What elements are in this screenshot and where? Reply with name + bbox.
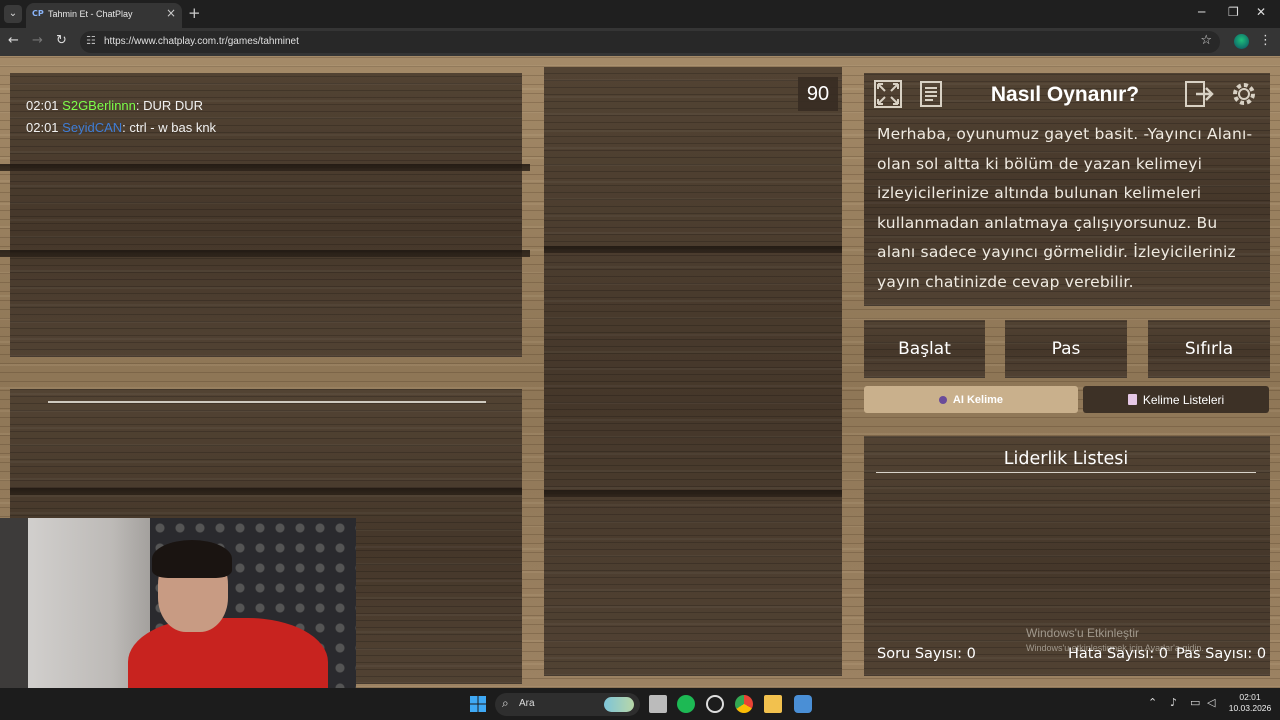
chat-message: 02:01 SeyidCAN: ctrl - w bas knk <box>26 117 216 139</box>
browser-tab-strip: ⌄ CP Tahmin Et - ChatPlay × + ─ ❐ ✕ <box>0 0 1280 28</box>
bookmark-star-icon[interactable]: ☆ <box>1200 33 1212 48</box>
start-button[interactable]: Başlat <box>864 320 985 378</box>
word-lists-label: Kelime Listeleri <box>1142 392 1225 407</box>
app-icon[interactable] <box>794 695 812 713</box>
address-toolbar: ← → ↻ ☷ https://www.chatplay.com.tr/game… <box>0 28 1280 56</box>
url-text[interactable]: https://www.chatplay.com.tr/games/tahmin… <box>104 36 299 47</box>
chat-username: SeyidCAN <box>62 119 123 135</box>
clock-date: 10.03.2026 <box>1228 703 1272 713</box>
leaderboard-title: Liderlik Listesi <box>1003 449 1129 469</box>
taskbar-search[interactable]: ⌕ Ara <box>495 693 640 716</box>
clock-time: 02:01 <box>1239 692 1261 702</box>
chat-text: : DUR DUR <box>135 98 204 113</box>
watermark-title: Windows'u Etkinleştir <box>1026 626 1139 640</box>
ai-word-label: AI Kelime <box>952 393 1004 406</box>
chat-messages: 02:01 S2GBerlinnn: DUR DUR 02:01 SeyidCA… <box>26 95 216 138</box>
search-icon: ⌕ <box>502 696 509 710</box>
browser-tab[interactable]: CP Tahmin Et - ChatPlay × <box>26 3 182 28</box>
tab-search-icon[interactable]: ⌄ <box>4 5 22 23</box>
wood-seam <box>10 488 522 495</box>
chat-message: 02:01 S2GBerlinnn: DUR DUR <box>26 95 216 117</box>
windows-taskbar: ⌕ Ara ⌃ ♪ ▭ ◁ 02:01 10.03.2026 <box>0 688 1280 720</box>
minimize-icon[interactable]: ─ <box>1198 5 1205 19</box>
new-tab-icon[interactable]: + <box>188 4 201 22</box>
webcam-person-hair <box>152 540 232 578</box>
address-bar[interactable]: ☷ https://www.chatplay.com.tr/games/tahm… <box>80 31 1220 53</box>
obs-icon[interactable] <box>706 695 724 713</box>
chrome-icon[interactable] <box>735 695 753 713</box>
task-view-icon[interactable] <box>649 695 667 713</box>
wood-seam <box>544 246 842 253</box>
chat-time: 02:01 <box>26 98 59 113</box>
menu-kebab-icon[interactable]: ⋮ <box>1259 33 1272 48</box>
leaderboard-divider <box>876 472 1256 473</box>
how-to-play-text: Merhaba, oyunumuz gayet basit. -Yayıncı … <box>877 125 1253 291</box>
search-highlight-icon <box>604 697 634 712</box>
question-count: Soru Sayısı: 0 <box>877 646 976 662</box>
document-icon[interactable] <box>913 76 949 112</box>
volume-icon[interactable]: ◁ <box>1207 696 1215 709</box>
chat-username: S2GBerlinnn <box>62 98 136 113</box>
word-lists-button[interactable]: Kelime Listeleri <box>1083 386 1269 413</box>
list-book-icon <box>1127 394 1137 405</box>
chat-time: 02:01 <box>26 119 59 135</box>
reset-button[interactable]: Sıfırla <box>1148 320 1270 378</box>
countdown-timer: 90 <box>798 77 838 111</box>
microphone-icon[interactable]: ♪ <box>1170 696 1177 709</box>
windows-start-icon[interactable] <box>469 695 487 713</box>
restore-icon[interactable]: ❐ <box>1228 5 1239 19</box>
pass-button[interactable]: Pas <box>1005 320 1127 378</box>
word-divider <box>48 401 486 403</box>
reload-icon[interactable]: ↻ <box>56 33 67 48</box>
ai-sparkle-icon <box>938 395 947 404</box>
wood-seam <box>0 250 530 257</box>
wood-seam <box>544 490 842 497</box>
wood-seam <box>0 164 530 171</box>
forward-icon[interactable]: → <box>32 33 43 48</box>
how-to-play-title: Nasıl Oynanır? <box>990 83 1140 106</box>
settings-gear-icon[interactable] <box>1226 76 1262 112</box>
network-icon[interactable]: ▭ <box>1190 696 1200 709</box>
site-favicon-icon: CP <box>32 9 44 18</box>
taskbar-search-label: Ara <box>519 698 535 709</box>
tab-close-icon[interactable]: × <box>166 6 176 20</box>
pass-count: Pas Sayısı: 0 <box>1176 646 1267 662</box>
spotify-icon[interactable] <box>677 695 695 713</box>
taskbar-clock[interactable]: 02:01 10.03.2026 <box>1228 692 1272 714</box>
middle-panel <box>544 67 842 676</box>
ai-word-button[interactable]: AI Kelime <box>864 386 1078 413</box>
error-count: Hata Sayısı: 0 <box>1068 646 1168 662</box>
fullscreen-icon[interactable] <box>870 76 906 112</box>
window-close-icon[interactable]: ✕ <box>1256 5 1266 19</box>
tab-title: Tahmin Et - ChatPlay <box>48 9 133 19</box>
exit-icon[interactable] <box>1182 76 1218 112</box>
profile-avatar[interactable] <box>1234 34 1249 49</box>
chat-text: : ctrl - w bas knk <box>122 119 217 135</box>
tray-overflow-icon[interactable]: ⌃ <box>1148 696 1157 709</box>
file-explorer-icon[interactable] <box>764 695 782 713</box>
back-icon[interactable]: ← <box>8 33 19 48</box>
site-info-icon[interactable]: ☷ <box>86 34 96 47</box>
